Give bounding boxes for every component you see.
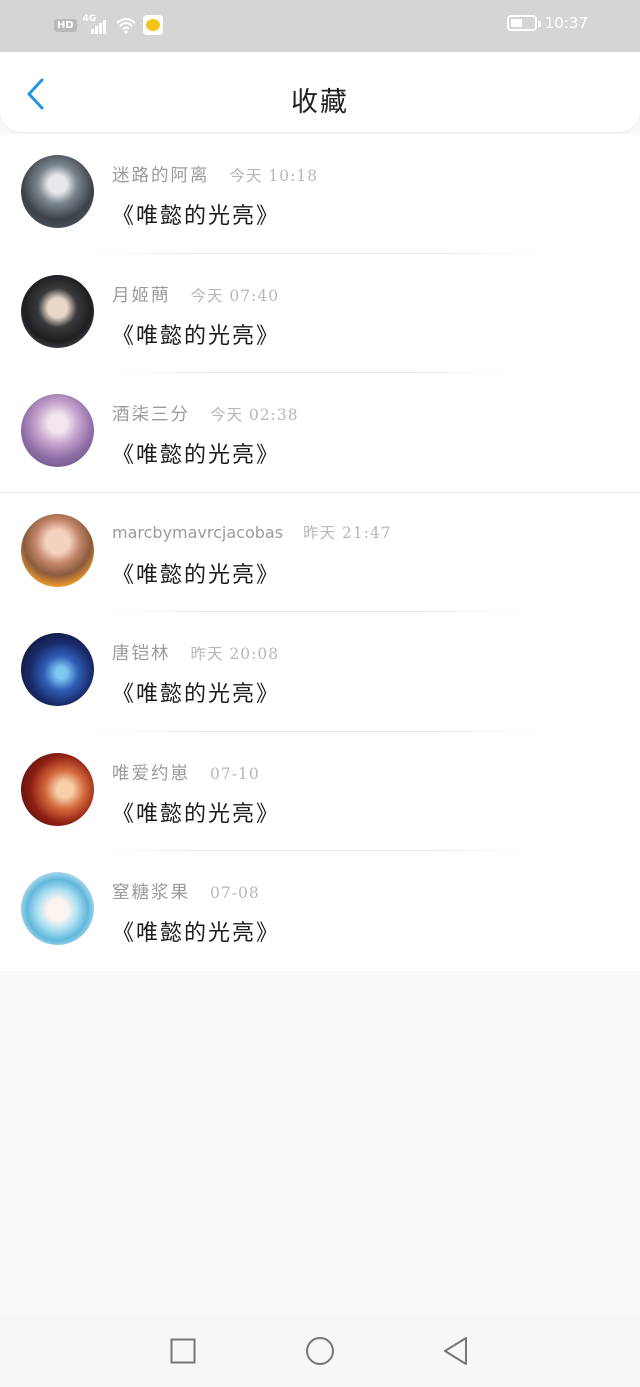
timestamp: 07-10 (210, 764, 260, 783)
favorite-title[interactable]: 《唯懿的光亮》 (112, 318, 280, 350)
favorite-item[interactable]: 唐铠林 昨天 20:08 《唯懿的光亮》 (0, 612, 640, 732)
avatar[interactable] (21, 872, 94, 945)
user-name[interactable]: 窒糖浆果 (112, 879, 190, 904)
timestamp: 07-08 (210, 884, 260, 902)
favorite-title[interactable]: 《唯懿的光亮》 (112, 198, 280, 230)
square-icon (170, 1338, 196, 1364)
status-clock: 10:37 (544, 14, 588, 32)
user-name[interactable]: 月姬蔄 (112, 282, 171, 307)
favorite-title[interactable]: 《唯懿的光亮》 (112, 915, 280, 947)
header-bar: 收藏 (0, 52, 640, 132)
triangle-back-icon (444, 1337, 467, 1365)
user-name[interactable]: 酒柒三分 (112, 401, 190, 426)
timestamp: 今天 02:38 (210, 406, 299, 424)
cellular-signal-icon: 4G (83, 14, 109, 36)
page-title: 收藏 (291, 87, 349, 118)
timestamp: 昨天 20:08 (190, 645, 280, 663)
favorite-item[interactable]: 窒糖浆果 07-08 《唯懿的光亮》 (0, 851, 640, 971)
favorite-title[interactable]: 《唯懿的光亮》 (112, 437, 280, 469)
favorites-list: 迷路的阿离 今天 10:18 《唯懿的光亮》 月姬蔄 今天 07:40 《唯懿的光亮… (0, 134, 640, 971)
favorite-item[interactable]: 月姬蔄 今天 07:40 《唯懿的光亮》 (0, 254, 640, 373)
user-name[interactable]: marcbymavrcjacobas (112, 523, 283, 542)
timestamp: 昨天 21:47 (303, 523, 392, 542)
app-notification-icon (142, 15, 163, 35)
favorite-title[interactable]: 《唯懿的光亮》 (112, 676, 280, 708)
system-back-button[interactable] (441, 1336, 471, 1366)
circle-icon (306, 1337, 334, 1365)
favorite-item[interactable]: marcbymavrcjacobas 昨天 21:47 《唯懿的光亮》 (0, 493, 640, 612)
home-button[interactable] (305, 1336, 335, 1366)
avatar[interactable] (21, 513, 94, 587)
avatar[interactable] (21, 394, 94, 467)
avatar[interactable] (21, 752, 94, 826)
system-navigation-bar (0, 1316, 640, 1387)
user-name[interactable]: 唯爱约崽 (112, 760, 190, 785)
favorite-item[interactable]: 迷路的阿离 今天 10:18 《唯懿的光亮》 (0, 134, 640, 254)
favorite-item[interactable]: 唯爱约崽 07-10 《唯懿的光亮》 (0, 732, 640, 851)
avatar[interactable] (21, 155, 94, 228)
status-right: 10:37 (506, 14, 588, 32)
user-name[interactable]: 唐铠林 (112, 640, 171, 665)
favorite-item[interactable]: 酒柒三分 今天 02:38 《唯懿的光亮》 (0, 373, 640, 493)
timestamp: 今天 07:40 (190, 286, 280, 305)
wifi-icon (116, 18, 136, 34)
user-name[interactable]: 迷路的阿离 (112, 162, 210, 187)
hd-badge: HD (54, 18, 77, 32)
battery-icon (506, 15, 541, 31)
favorite-title[interactable]: 《唯懿的光亮》 (112, 557, 280, 589)
timestamp: 今天 10:18 (229, 167, 319, 185)
status-bar: HD 4G 10:37 (0, 0, 640, 52)
avatar[interactable] (21, 274, 94, 348)
avatar[interactable] (21, 633, 94, 706)
recent-apps-button[interactable] (168, 1336, 198, 1366)
favorite-title[interactable]: 《唯懿的光亮》 (112, 796, 280, 828)
status-left: HD 4G (54, 14, 163, 36)
